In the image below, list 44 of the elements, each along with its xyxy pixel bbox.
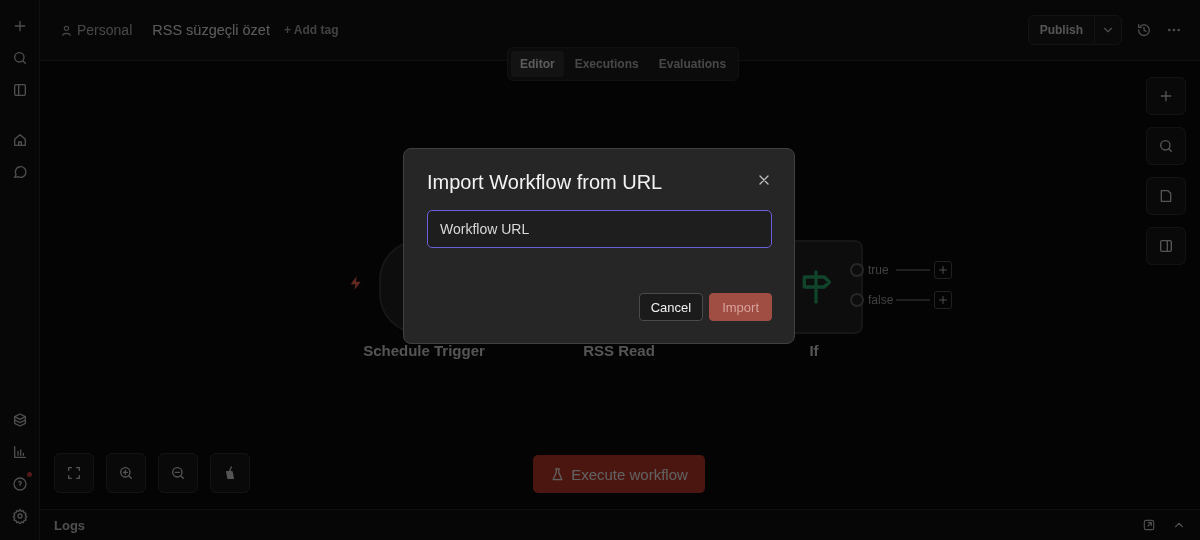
user-icon	[60, 23, 73, 37]
plus-icon	[1158, 88, 1174, 104]
sidebar-icon	[11, 82, 28, 98]
plus-icon	[937, 264, 949, 276]
zoom-out-button[interactable]	[158, 453, 198, 493]
url-input-field[interactable]: Workflow URL	[427, 210, 772, 248]
output-label: true	[868, 263, 890, 277]
note-icon	[1158, 188, 1174, 204]
settings-icon	[11, 508, 28, 524]
fit-view-button[interactable]	[54, 453, 94, 493]
logs-title: Logs	[54, 517, 86, 533]
notification-dot	[26, 472, 32, 477]
home-icon	[11, 132, 28, 148]
panel-button[interactable]	[1146, 227, 1186, 265]
chat-icon	[11, 164, 28, 180]
flask-icon	[550, 466, 566, 482]
fullscreen-icon	[66, 465, 82, 481]
bar-chart-icon	[11, 444, 28, 460]
dialog-title: Import Workflow from URL	[427, 171, 663, 194]
plus-icon	[937, 294, 949, 306]
search-icon	[1158, 138, 1174, 154]
output-label: false	[868, 293, 892, 307]
search-button[interactable]	[1146, 127, 1186, 165]
zoom-out-icon	[170, 465, 186, 481]
node-label: If	[808, 342, 820, 359]
view-tab[interactable]: Editor	[511, 51, 564, 77]
node-label: RSS Read	[582, 342, 656, 359]
node-label: Schedule Trigger	[362, 342, 486, 359]
add-tag-link[interactable]: + Add tag	[283, 23, 339, 37]
history-icon	[1136, 22, 1152, 38]
help-icon	[11, 476, 28, 492]
search-icon	[11, 50, 28, 66]
zoom-in-button[interactable]	[106, 453, 146, 493]
cube-icon	[11, 412, 28, 428]
zoom-in-icon	[118, 465, 134, 481]
tidy-up-button[interactable]	[210, 453, 250, 493]
sticky-note-button[interactable]	[1146, 177, 1186, 215]
pop-out-icon	[1142, 518, 1156, 532]
workflow-name[interactable]: RSS süzgeçli özet	[152, 22, 270, 38]
project-link[interactable]: Personal	[77, 22, 133, 38]
cancel-button[interactable]: Cancel	[638, 293, 704, 321]
panel-icon	[1158, 238, 1174, 254]
execute-workflow-button[interactable]: Execute workflow	[533, 455, 705, 493]
add-node-button[interactable]	[1146, 77, 1186, 115]
